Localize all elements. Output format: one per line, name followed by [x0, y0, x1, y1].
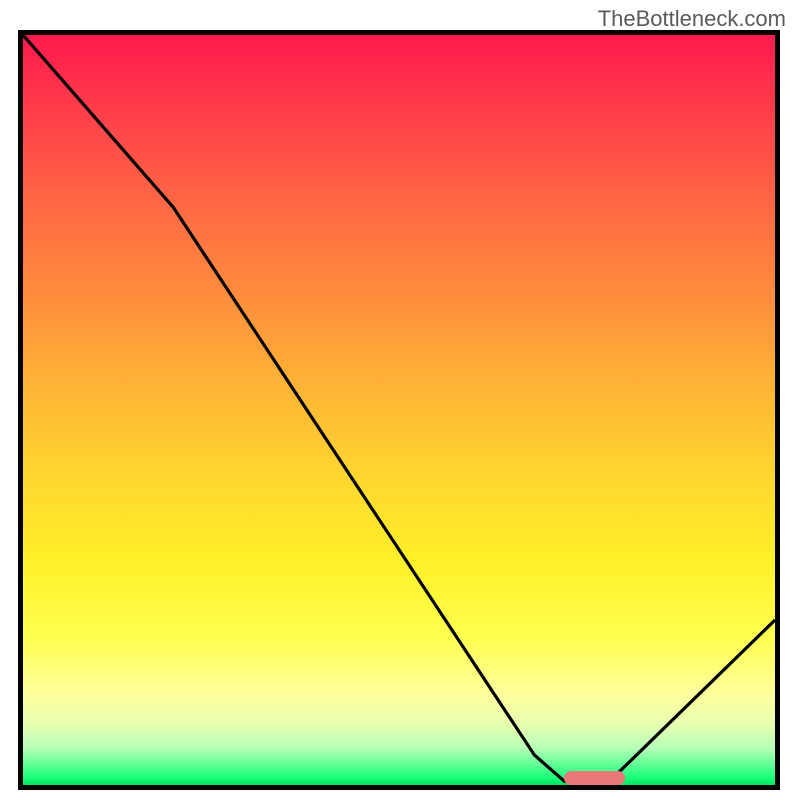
- bottleneck-curve: [23, 35, 775, 781]
- chart-area: [18, 30, 780, 790]
- chart-svg: [23, 35, 775, 785]
- optimal-marker: [564, 771, 624, 785]
- watermark-text: TheBottleneck.com: [598, 6, 786, 32]
